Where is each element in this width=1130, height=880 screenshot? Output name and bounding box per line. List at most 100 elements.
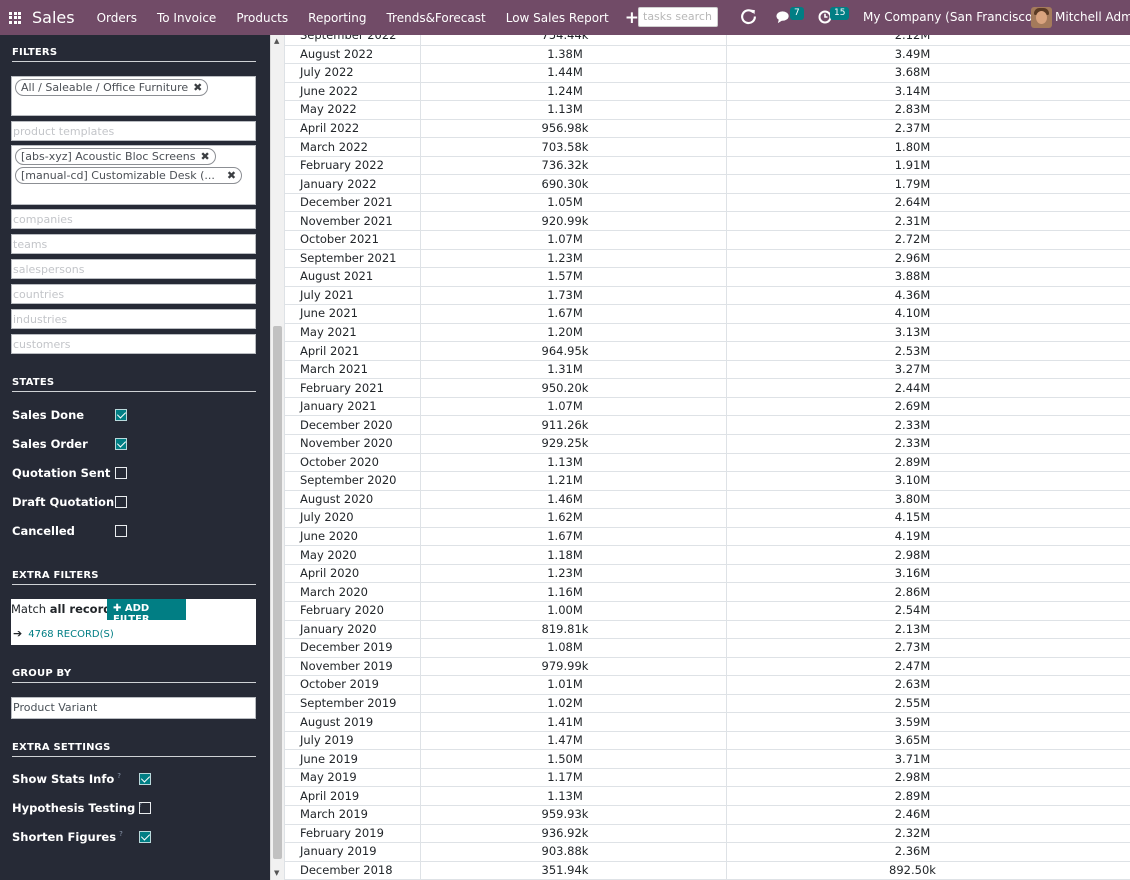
table-row: December 2019 1.08M 2.73M [284,638,1130,658]
menu-reporting[interactable]: Reporting [298,11,376,25]
customers-input[interactable]: customers [11,334,256,354]
scroll-up-arrow-icon[interactable]: ▲ [274,37,279,45]
value-cell: 1.57M [420,267,727,287]
companies-input[interactable]: companies [11,209,256,229]
value-cell: 4.10M [726,304,1130,324]
setting-show-stats-label: Show Stats Info? [12,772,121,786]
user-menu[interactable]: Mitchell Admi [1055,10,1130,24]
value-cell: 1.21M [420,471,727,491]
value-cell: 1.17M [420,767,727,788]
state-sales-order-checkbox[interactable] [115,438,127,450]
divider [12,682,256,683]
products-filter-field[interactable]: [abs-xyz] Acoustic Bloc Screens ✖ [manual… [11,145,256,205]
value-cell: 1.01M [420,675,727,695]
teams-input[interactable]: teams [11,234,256,254]
menu-products[interactable]: Products [226,11,298,25]
help-icon[interactable]: ? [117,772,121,780]
state-draft-quotation-checkbox[interactable] [115,496,127,508]
month-cell: April 2021 [284,341,421,361]
value-cell: 1.16M [420,582,727,602]
menu-trends-forecast[interactable]: Trends&Forecast [376,11,495,25]
divider [12,756,256,757]
add-menu-button[interactable]: + [625,8,639,28]
countries-input[interactable]: countries [11,284,256,304]
value-cell: 2.55M [726,693,1130,714]
value-cell: 3.14M [726,81,1130,102]
company-switcher[interactable]: My Company (San Francisco) [863,10,1037,24]
industries-input[interactable]: industries [11,309,256,329]
table-row: December 2018 351.94k 892.50k [284,860,1130,880]
month-cell: April 2019 [284,786,421,806]
remove-tag-icon[interactable]: ✖ [200,150,209,163]
sync-icon[interactable] [740,8,757,25]
scroll-down-arrow-icon[interactable]: ▼ [274,869,279,877]
user-avatar[interactable] [1031,7,1052,28]
remove-tag-icon[interactable]: ✖ [227,169,236,182]
setting-show-stats-checkbox[interactable] [139,773,151,785]
table-row: December 2020 911.26k 2.33M [284,415,1130,436]
value-cell: 1.07M [420,230,727,250]
setting-hypothesis-testing-checkbox[interactable] [139,802,151,814]
app-name[interactable]: Sales [32,8,75,27]
setting-hypothesis-testing-label: Hypothesis Testing? [12,801,142,815]
tasks-search-input[interactable]: tasks search [638,7,718,27]
sidebar-scrollbar[interactable]: ▲ ▼ [270,35,284,880]
month-cell: February 2019 [284,823,421,844]
messages-icon[interactable] [776,10,791,24]
table-row: May 2021 1.20M 3.13M [284,322,1130,343]
value-cell: 1.91M [726,155,1130,176]
scrollbar-thumb[interactable] [273,326,282,859]
value-cell: 1.24M [420,81,727,102]
table-row: July 2019 1.47M 3.65M [284,730,1130,751]
value-cell: 1.13M [420,786,727,806]
product-templates-input[interactable]: product templates [11,121,256,141]
month-cell: May 2019 [284,767,421,788]
records-count: 4768 RECORD(S) [28,629,114,640]
value-cell: 1.73M [420,285,727,306]
help-icon[interactable]: ? [119,830,123,838]
table-row: February 2020 1.00M 2.54M [284,600,1130,621]
table-row: June 2020 1.67M 4.19M [284,526,1130,547]
table-row: September 2019 1.02M 2.55M [284,693,1130,714]
value-cell: 2.98M [726,545,1130,565]
value-cell: 1.18M [420,545,727,565]
state-quotation-sent-checkbox[interactable] [115,467,127,479]
month-cell: December 2018 [284,860,421,880]
value-cell: 2.47M [726,656,1130,677]
table-row: February 2019 936.92k 2.32M [284,823,1130,844]
salespersons-input[interactable]: salespersons [11,259,256,279]
month-cell: March 2022 [284,137,421,157]
state-cancelled-label: Cancelled [12,524,75,538]
add-filter-button[interactable]: ✚ ADD FILTER [107,599,186,625]
value-cell: 2.31M [726,211,1130,232]
table-row: August 2019 1.41M 3.59M [284,712,1130,732]
state-cancelled-checkbox[interactable] [115,525,127,537]
value-cell: 1.47M [420,730,727,751]
value-cell: 3.80M [726,489,1130,510]
remove-tag-icon[interactable]: ✖ [193,81,202,94]
menu-orders[interactable]: Orders [87,11,147,25]
value-cell: 903.88k [420,842,727,862]
value-cell: 1.23M [420,248,727,269]
month-cell: April 2020 [284,563,421,584]
table-row: September 2022 754.44k 2.12M [284,35,1130,46]
group-by-select[interactable]: Product Variant [11,697,256,719]
menu-to-invoice[interactable]: To Invoice [147,11,226,25]
value-cell: 3.68M [726,63,1130,83]
plus-icon: ✚ [113,603,122,614]
setting-shorten-figures-checkbox[interactable] [139,831,151,843]
month-cell: March 2019 [284,804,421,825]
menu-low-sales-report[interactable]: Low Sales Report [496,11,619,25]
value-cell: 1.44M [420,63,727,83]
state-sales-done-checkbox[interactable] [115,409,127,421]
divider [12,61,256,62]
value-cell: 703.58k [420,137,727,157]
month-cell: November 2020 [284,434,421,454]
app-grid-icon[interactable] [9,11,21,24]
table-row: April 2022 956.98k 2.37M [284,118,1130,139]
records-link[interactable]: ➔ 4768 RECORD(S) [13,627,114,640]
value-cell: 1.20M [420,322,727,343]
category-filter-field[interactable]: All / Saleable / Office Furniture ✖ [11,76,256,116]
product-tag-label: [manual-cd] Customizable Desk (... [21,169,215,182]
value-cell: 1.50M [420,749,727,769]
